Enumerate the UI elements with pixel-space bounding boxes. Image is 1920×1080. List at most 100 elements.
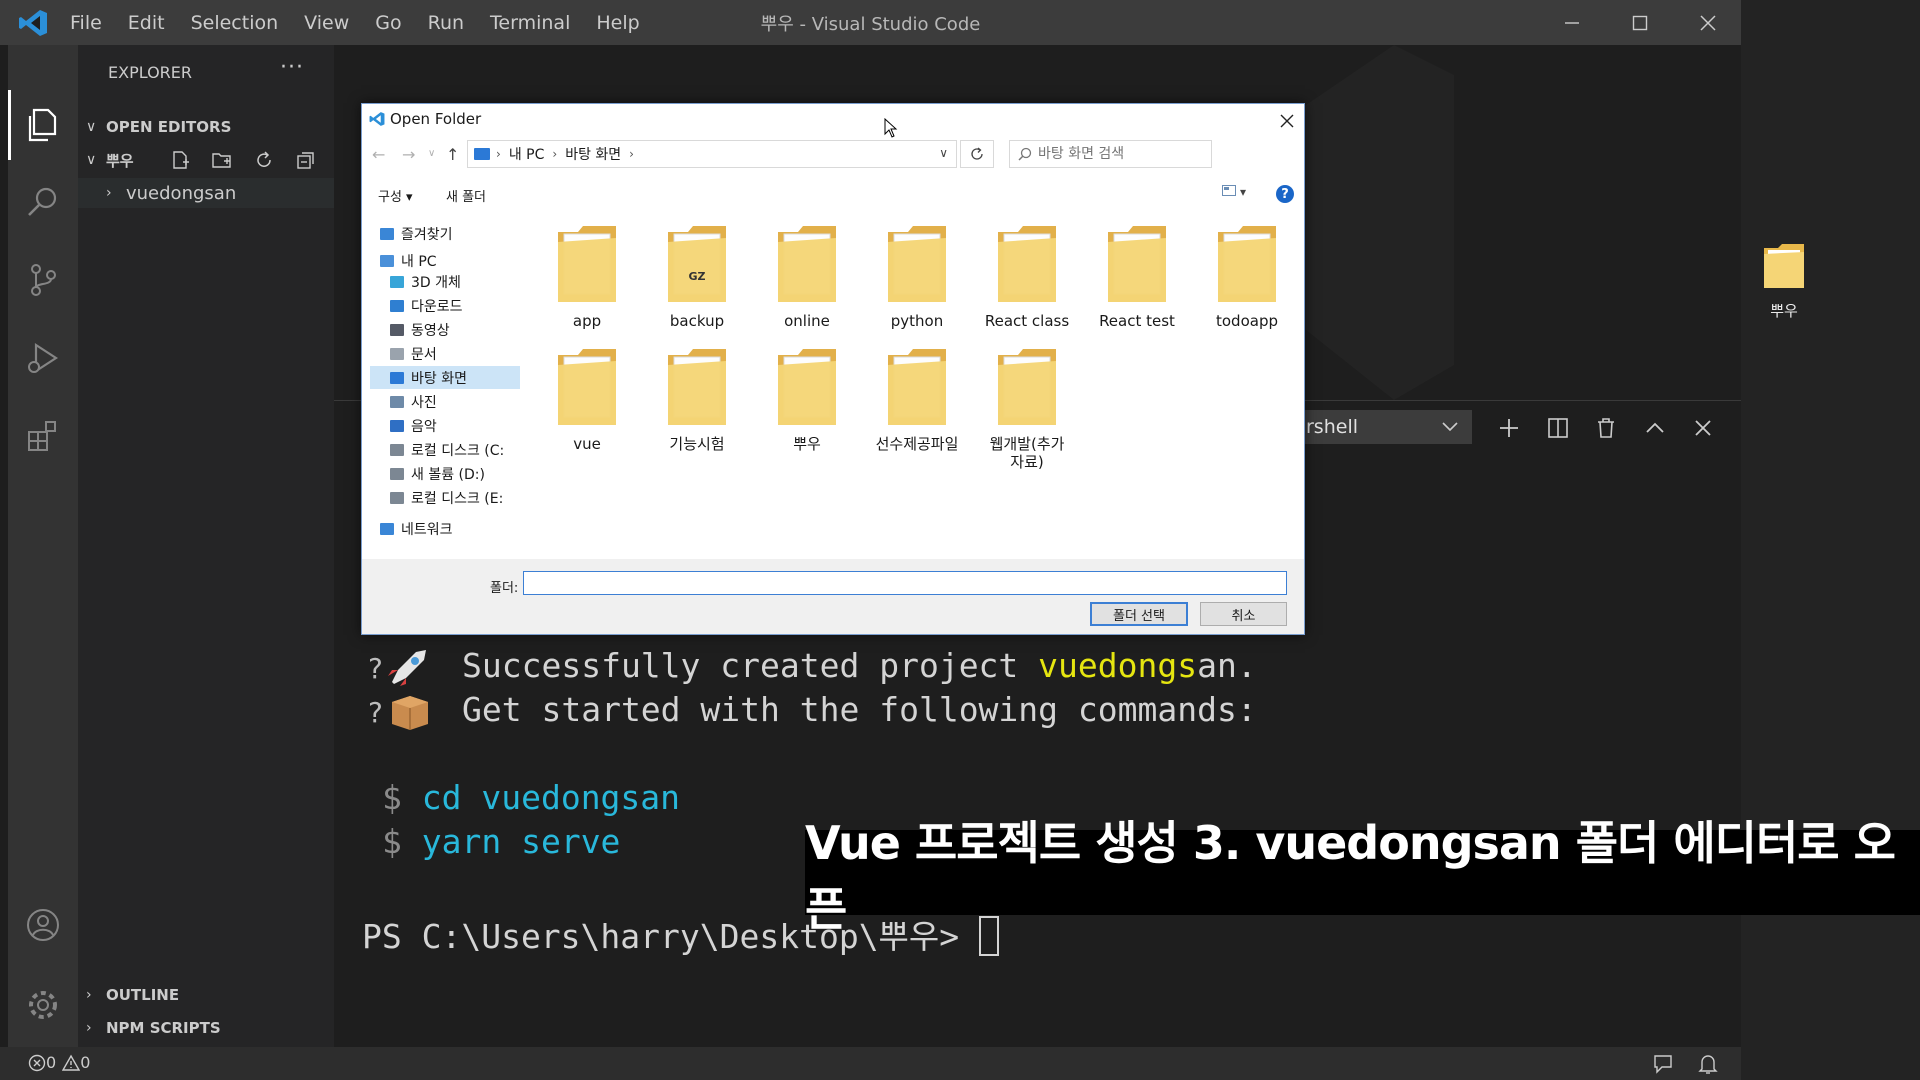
title-bar: File Edit Selection View Go Run Terminal… bbox=[0, 0, 1741, 45]
maximize-panel-button[interactable] bbox=[1641, 414, 1669, 442]
split-terminal-button[interactable] bbox=[1544, 414, 1572, 442]
cancel-button[interactable]: 취소 bbox=[1200, 602, 1287, 626]
folder-input[interactable] bbox=[523, 571, 1287, 595]
nav-item[interactable]: 3D 개체 bbox=[370, 270, 520, 293]
folder-item[interactable]: 뿌우 bbox=[752, 345, 862, 453]
folder-item[interactable]: online bbox=[752, 222, 862, 330]
new-folder-button[interactable]: 새 폴더 bbox=[446, 186, 486, 205]
nav-item[interactable]: 바탕 화면 bbox=[370, 366, 520, 389]
nav-item-label: 동영상 bbox=[411, 322, 450, 339]
bell-icon[interactable] bbox=[1698, 1053, 1718, 1075]
folder-item[interactable]: 선수제공파일 bbox=[862, 345, 972, 453]
open-editors-section[interactable]: ∨ OPEN EDITORS bbox=[78, 112, 334, 142]
folder-item[interactable]: React test bbox=[1082, 222, 1192, 330]
desktop-folder[interactable]: 뿌우 bbox=[1760, 240, 1808, 321]
problems-indicator[interactable]: 0 0 bbox=[28, 1053, 96, 1072]
menu-view[interactable]: View bbox=[304, 12, 349, 34]
select-folder-button[interactable]: 폴더 선택 bbox=[1090, 602, 1188, 626]
folder-item[interactable]: todoapp bbox=[1192, 222, 1302, 330]
menu-terminal[interactable]: Terminal bbox=[490, 12, 570, 34]
folder-name: 뿌우 bbox=[793, 435, 821, 453]
warning-count: 0 bbox=[80, 1053, 91, 1072]
nav-item[interactable]: 즐겨찾기 bbox=[370, 222, 520, 245]
close-window-button[interactable] bbox=[1674, 0, 1742, 45]
nav-item[interactable]: 로컬 디스크 (E: bbox=[370, 486, 520, 509]
back-button[interactable]: ← bbox=[372, 145, 385, 164]
new-folder-button[interactable] bbox=[212, 150, 232, 170]
dialog-close-button[interactable] bbox=[1280, 106, 1294, 134]
tree-item-vuedongsan[interactable]: › vuedongsan bbox=[78, 178, 334, 208]
more-actions-button[interactable]: ··· bbox=[280, 55, 304, 80]
maximize-button[interactable] bbox=[1606, 0, 1674, 45]
close-panel-button[interactable] bbox=[1689, 414, 1717, 442]
folder-icon bbox=[998, 226, 1056, 302]
source-control-button[interactable] bbox=[8, 245, 78, 315]
svg-text:?: ? bbox=[368, 652, 383, 685]
folder-item[interactable]: 웹개발(추가 자료) bbox=[972, 345, 1082, 471]
nav-item[interactable]: 사진 bbox=[370, 390, 520, 413]
breadcrumb-desktop[interactable]: 바탕 화면 bbox=[565, 144, 621, 164]
chevron-right-icon: › bbox=[86, 1020, 92, 1036]
forward-button[interactable]: → bbox=[402, 145, 415, 164]
nav-item[interactable]: 음악 bbox=[370, 414, 520, 437]
help-button[interactable]: ? bbox=[1276, 185, 1294, 203]
menu-edit[interactable]: Edit bbox=[128, 12, 165, 34]
explorer-sidebar: EXPLORER ··· ∨ OPEN EDITORS ∨ 뿌우 › vuedo… bbox=[78, 45, 334, 1047]
svg-text:?: ? bbox=[368, 696, 383, 729]
recent-locations-button[interactable]: ∨ bbox=[428, 148, 435, 159]
nav-item[interactable]: 로컬 디스크 (C: bbox=[370, 438, 520, 461]
search-button[interactable] bbox=[8, 167, 78, 237]
folder-item[interactable]: GZ backup bbox=[642, 222, 752, 330]
organize-menu[interactable]: 구성 ▾ bbox=[378, 186, 413, 205]
extensions-icon bbox=[28, 421, 56, 451]
explorer-button[interactable] bbox=[8, 90, 78, 160]
menu-selection[interactable]: Selection bbox=[191, 12, 279, 34]
nav-item[interactable]: 새 볼륨 (D:) bbox=[370, 462, 520, 485]
menu-file[interactable]: File bbox=[70, 12, 102, 34]
address-bar[interactable]: › 내 PC › 바탕 화면 › ∨ bbox=[467, 140, 957, 168]
folder-item[interactable]: React class bbox=[972, 222, 1082, 330]
run-debug-button[interactable] bbox=[8, 323, 78, 393]
folder-icon bbox=[558, 349, 616, 425]
search-box[interactable] bbox=[1009, 140, 1212, 168]
menu-run[interactable]: Run bbox=[428, 12, 464, 34]
new-terminal-button[interactable] bbox=[1495, 414, 1523, 442]
chevron-down-icon[interactable]: ∨ bbox=[939, 146, 948, 160]
terminal-shell-select[interactable]: rshell bbox=[1300, 410, 1472, 444]
up-button[interactable]: ↑ bbox=[446, 145, 459, 164]
folder-item[interactable]: app bbox=[532, 222, 642, 330]
extensions-button[interactable] bbox=[8, 401, 78, 471]
accounts-button[interactable] bbox=[8, 890, 78, 960]
kill-terminal-button[interactable] bbox=[1592, 414, 1620, 442]
nav-item[interactable]: 다운로드 bbox=[370, 294, 520, 317]
npm-scripts-section[interactable]: › NPM SCRIPTS bbox=[78, 1013, 334, 1043]
refresh-explorer-button[interactable] bbox=[254, 150, 274, 170]
nav-item-label: 문서 bbox=[411, 346, 437, 363]
folder-icon bbox=[888, 349, 946, 425]
feedback-icon[interactable] bbox=[1652, 1053, 1674, 1075]
folder-name: 웹개발(추가 자료) bbox=[989, 435, 1065, 471]
nav-item[interactable]: 네트워크 bbox=[370, 517, 520, 540]
breadcrumb-this-pc[interactable]: 내 PC bbox=[509, 144, 545, 164]
dialog-title-bar[interactable]: Open Folder bbox=[362, 104, 1304, 138]
nav-item[interactable]: 내 PC bbox=[370, 249, 520, 272]
menu-go[interactable]: Go bbox=[375, 12, 401, 34]
folder-item[interactable]: vue bbox=[532, 345, 642, 453]
collapse-all-button[interactable] bbox=[296, 150, 316, 170]
location-icon bbox=[390, 347, 404, 360]
terminal-line-1-c: an. bbox=[1197, 646, 1257, 685]
folder-item[interactable]: python bbox=[862, 222, 972, 330]
terminal-project-name: vuedongs bbox=[1038, 646, 1198, 685]
settings-button[interactable] bbox=[8, 970, 78, 1040]
minimize-button[interactable] bbox=[1538, 0, 1606, 45]
search-input[interactable] bbox=[1038, 146, 1188, 162]
new-file-button[interactable] bbox=[170, 150, 190, 170]
change-view-button[interactable]: ▾ bbox=[1222, 185, 1246, 199]
workspace-folder-section[interactable]: ∨ 뿌우 bbox=[78, 145, 334, 175]
nav-item[interactable]: 문서 bbox=[370, 342, 520, 365]
refresh-button[interactable] bbox=[960, 140, 994, 168]
nav-item[interactable]: 동영상 bbox=[370, 318, 520, 341]
outline-section[interactable]: › OUTLINE bbox=[78, 980, 334, 1010]
menu-help[interactable]: Help bbox=[596, 12, 639, 34]
folder-item[interactable]: 기능시험 bbox=[642, 345, 752, 453]
